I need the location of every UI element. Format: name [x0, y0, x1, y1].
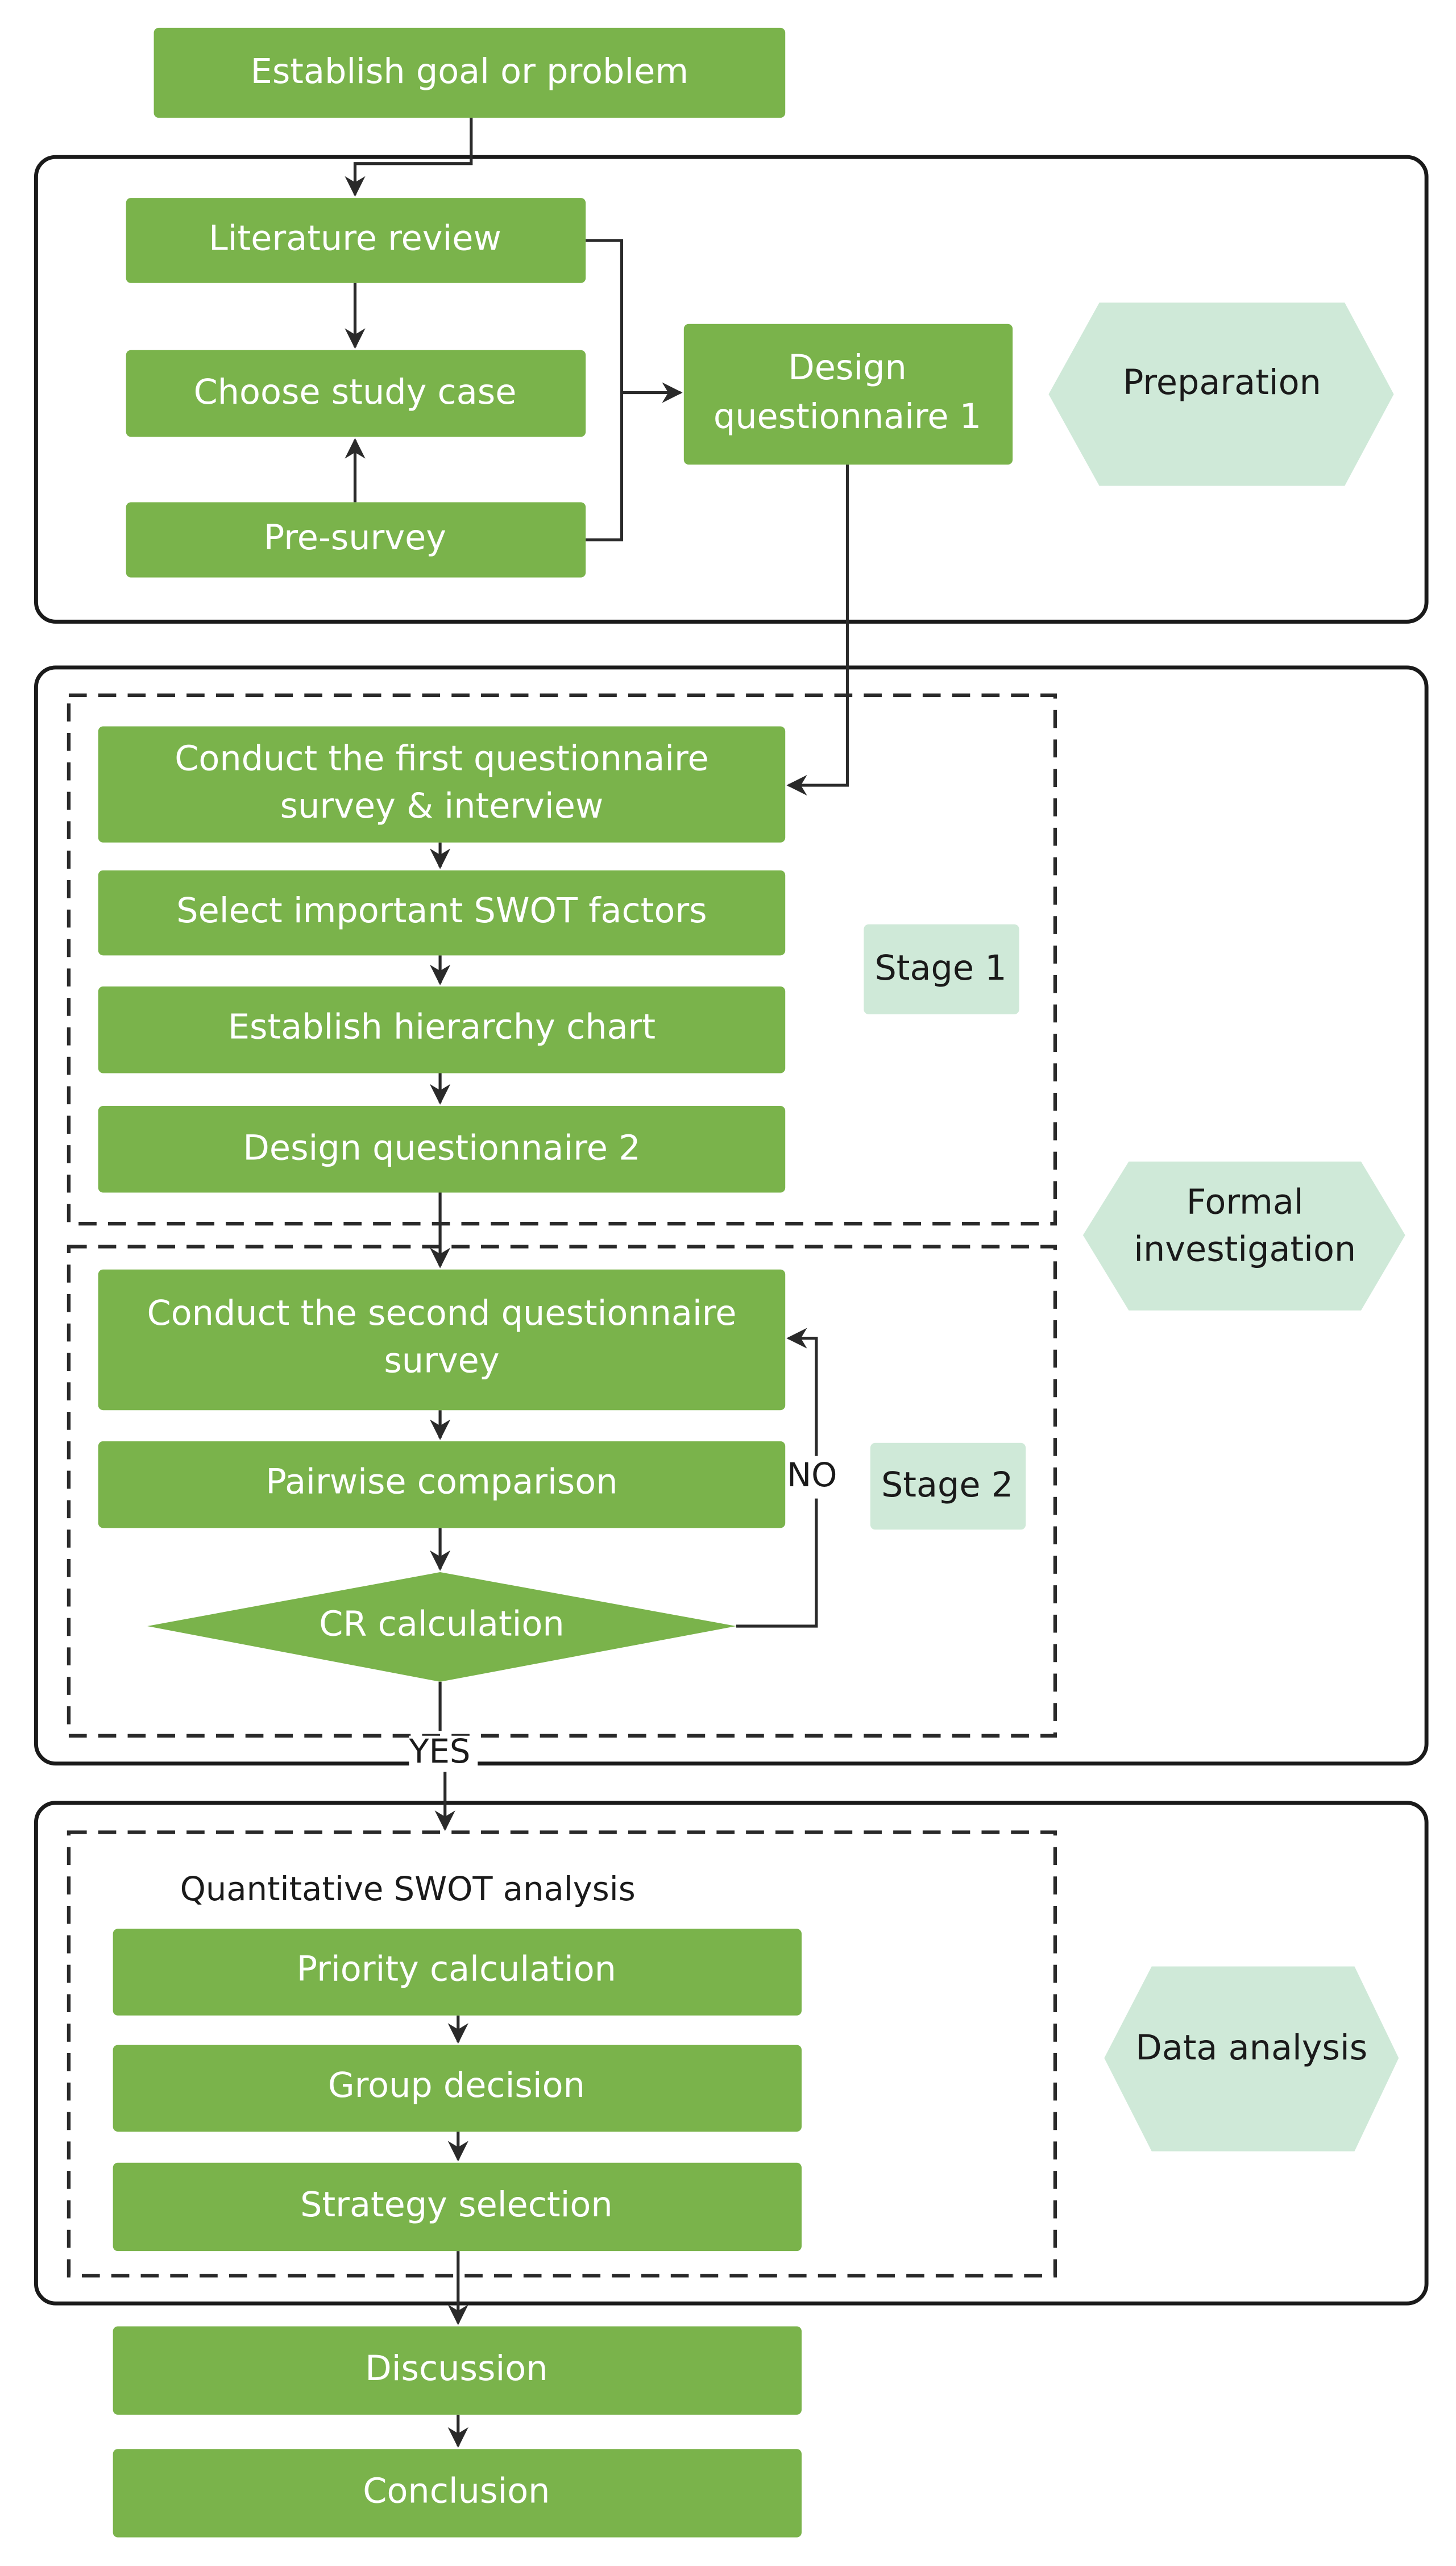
step-label: Group decision [328, 2066, 585, 2105]
step-label-line1: Conduct the second questionnaire [147, 1294, 737, 1333]
branch-yes-label: YES [408, 1732, 470, 1771]
stage2-badge: Stage 2 [870, 1442, 1026, 1530]
phase-label: Data analysis [1135, 2028, 1367, 2068]
step-label: Discussion [365, 2349, 547, 2389]
step-conclusion: Conclusion [113, 2449, 802, 2538]
step-pre-survey: Pre-survey [126, 502, 586, 578]
decision-cr-calculation: CR calculation [147, 1572, 736, 1682]
research-flowchart: Establish goal or problem Literature rev… [34, 27, 1429, 2538]
step-label: Strategy selection [300, 2185, 613, 2225]
step-design-questionnaire-1: Design questionnaire 1 [683, 324, 1013, 465]
phase-label-line1: Formal [1187, 1182, 1304, 1222]
step-literature-review: Literature review [126, 198, 586, 283]
phase-formal-investigation: Formal investigation [1082, 1161, 1405, 1311]
step-priority-calculation: Priority calculation [113, 1929, 802, 2016]
step-label-line1: Conduct the first questionnaire [175, 739, 708, 779]
phase-data-analysis: Data analysis [1104, 1966, 1399, 2152]
step-label: Conclusion [363, 2472, 550, 2511]
step-strategy-selection: Strategy selection [113, 2162, 802, 2252]
phase-label-line2: investigation [1134, 1230, 1356, 1270]
step-conduct-second-survey: Conduct the second questionnaire survey [98, 1269, 786, 1411]
step-label-line2: survey & interview [280, 786, 604, 826]
quantitative-swot-title: Quantitative SWOT analysis [180, 1870, 636, 1908]
stage1-badge: Stage 1 [864, 924, 1019, 1014]
stage-label: Stage 1 [874, 948, 1006, 988]
step-label: Select important SWOT factors [176, 891, 707, 931]
step-label: Design questionnaire 2 [243, 1128, 640, 1168]
step-design-questionnaire-2: Design questionnaire 2 [98, 1106, 786, 1193]
step-label-line1: Design [788, 348, 907, 388]
step-label-line2: questionnaire 1 [714, 397, 981, 437]
step-label: Choose study case [194, 372, 517, 412]
step-discussion: Discussion [113, 2326, 802, 2415]
step-label-line2: survey [384, 1341, 499, 1381]
step-group-decision: Group decision [113, 2045, 802, 2132]
step-label: Establish hierarchy chart [228, 1007, 656, 1047]
step-choose-study-case: Choose study case [126, 350, 586, 437]
step-label: Establish goal or problem [251, 52, 688, 92]
step-label: Pre-survey [264, 518, 446, 558]
decision-label: CR calculation [319, 1605, 564, 1644]
step-label: Literature review [209, 219, 501, 259]
step-establish-goal: Establish goal or problem [154, 27, 786, 118]
branch-no-label: NO [787, 1456, 837, 1494]
connector-bracket-literature [586, 239, 624, 542]
step-label: Priority calculation [297, 1950, 616, 1989]
step-label: Pairwise comparison [266, 1462, 617, 1502]
step-establish-hierarchy-chart: Establish hierarchy chart [98, 986, 786, 1073]
stage-label: Stage 2 [881, 1465, 1013, 1505]
step-conduct-first-survey: Conduct the first questionnaire survey &… [98, 726, 786, 843]
connector-designq1-to-conduct-first [786, 465, 849, 796]
step-pairwise-comparison: Pairwise comparison [98, 1441, 786, 1528]
step-select-swot-factors: Select important SWOT factors [98, 870, 786, 956]
phase-label: Preparation [1123, 363, 1321, 403]
phase-preparation: Preparation [1048, 302, 1394, 486]
